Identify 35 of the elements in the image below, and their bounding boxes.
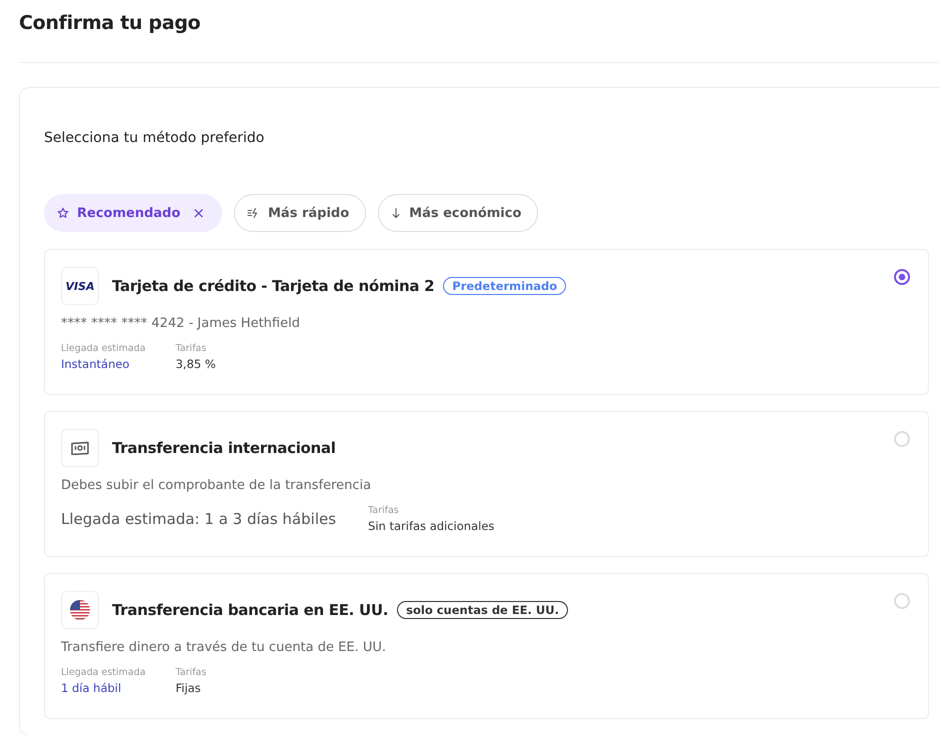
filter-chip[interactable]: Más rápido [234,194,366,232]
arrow-down-icon [391,207,402,219]
arrival-value: 1 día hábil [61,681,122,695]
fees-label: Tarifas [368,505,400,516]
fees-value: Sin tarifas adicionales [368,519,494,533]
method-title: Transferencia bancaria en EE. UU. [112,601,388,619]
payment-method-card[interactable]: Transferencia internacional Debes subir el comprobante de la transferencia Llegada estimada: 1 a 3 días hábiles Tarifas Sin tarifas adicionales [44,411,929,557]
fees-value: Fijas [176,681,202,695]
lightning-icon [246,207,260,219]
flag-icon [70,600,90,620]
payment-method-card[interactable]: VISA Tarjeta de crédito - Tarjeta de nómina 2 Predeterminado **** **** **** 4242 - James Hethfield Llegada estimada Instantáneo Tarifas 3,85 % [44,249,929,395]
arrival-value: Instantáneo [61,357,130,371]
method-title: Tarjeta de crédito - Tarjeta de nómina 2 [112,277,434,295]
radio-button[interactable] [894,269,910,285]
arrival-label: Llegada estimada [61,343,146,354]
filter-chip[interactable]: Más económico [378,194,538,232]
section-title: Selecciona tu método preferido [44,130,266,146]
payment-method-card[interactable]: Transferencia bancaria en EE. UU. solo cuentas de EE. UU. Transfiere dinero a través de tu cuenta de EE. UU. Llegada estimada 1 día hábil Tarifas Fijas [44,573,929,719]
banknote-icon [70,441,90,455]
fees-label: Tarifas [176,343,208,354]
filter-chip[interactable]: Recomendado × [44,194,222,232]
fees-value: 3,85 % [176,357,216,371]
page-title: Confirma tu pago [18,11,202,36]
method-title: Transferencia internacional [112,439,336,457]
close-icon[interactable]: × [192,204,205,222]
method-tag: Predeterminado [443,277,566,295]
arrival-label: Llegada estimada [61,667,146,678]
method-description: Transfiere dinero a través de tu cuenta de EE. UU. [61,640,387,655]
method-tag: solo cuentas de EE. UU. [397,601,568,619]
method-description: **** **** **** 4242 - James Hethfield [61,316,301,331]
arrival-text: Llegada estimada: 1 a 3 días hábiles [61,510,336,528]
visa-logo: VISA [65,280,95,292]
method-description: Debes subir el comprobante de la transferencia [61,478,372,493]
fees-label: Tarifas [176,667,206,678]
star-icon [57,207,69,219]
